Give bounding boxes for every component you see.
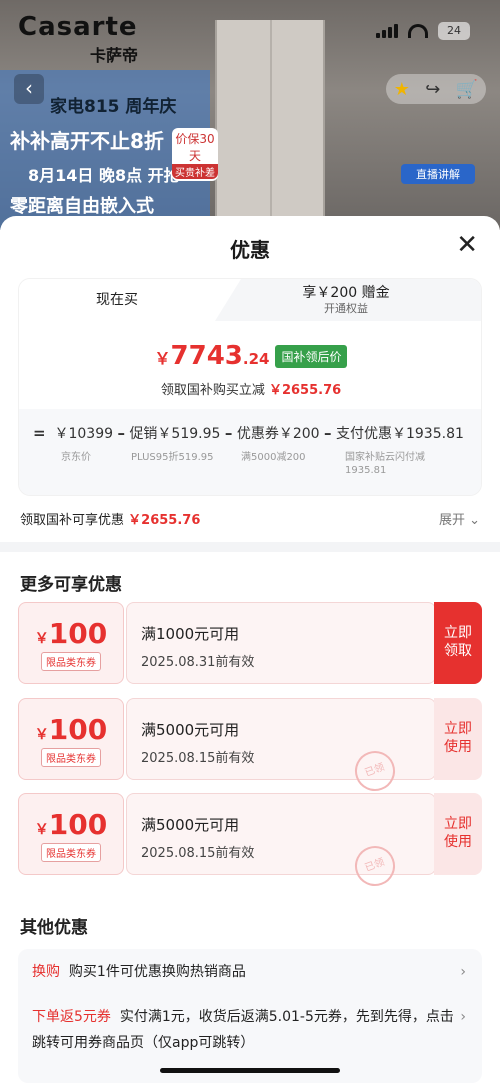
coupon-card: ￥100 限品类东券 满1000元可用 2025.08.31前有效 立即 领取: [18, 602, 482, 684]
subsidy-claim-line: 领取国补可享优惠 ￥2655.76: [20, 513, 201, 528]
label-coupon: 满5000减200: [241, 452, 306, 463]
promo-headline: 补补高开不止8折: [10, 129, 164, 153]
chevron-right-icon: ›: [460, 1009, 466, 1025]
close-icon[interactable]: ✕: [456, 230, 478, 260]
live-explain-badge[interactable]: 直播讲解: [401, 164, 475, 184]
label-jd-price: 京东价: [61, 452, 91, 463]
price-tabs: 享￥200 赠金 开通权益 现在买: [19, 279, 481, 321]
final-price: ￥7743.24: [154, 341, 270, 371]
promo-anniversary: 家电815 周年庆: [50, 97, 177, 117]
discount-sheet: 优惠 ✕ 享￥200 赠金 开通权益 现在买 ￥7743.24 国补领后价 领取国…: [0, 216, 500, 1083]
label-pay: 国家补贴云闪付减 1935.81: [345, 452, 425, 476]
promo-date: 8月14日 晚8点 开抢: [28, 166, 180, 185]
final-price-row: ￥7743.24 国补领后价: [19, 341, 481, 371]
chevron-right-icon: ›: [460, 964, 466, 980]
coupon-value: ￥100 限品类东券: [18, 698, 124, 780]
use-coupon-button[interactable]: 立即 使用: [434, 698, 482, 780]
expand-toggle[interactable]: 展开 ⌄: [439, 509, 480, 528]
list-item-exchange[interactable]: 换购 购买1件可优惠换购热销商品 ›: [32, 959, 466, 985]
brand-logo-cn: 卡萨帝: [90, 46, 139, 65]
share-icon[interactable]: ↪: [425, 79, 440, 100]
tab-buy-now[interactable]: 现在买: [19, 279, 241, 321]
status-bar: 24: [376, 22, 470, 40]
other-discounts-title: 其他优惠: [20, 918, 88, 938]
wifi-icon: [408, 24, 428, 38]
claim-coupon-button[interactable]: 立即 领取: [434, 602, 482, 684]
coupon-value: ￥100 限品类东券: [18, 602, 124, 684]
other-discounts-list: 换购 购买1件可优惠换购热销商品 › 下单返5元券 实付满1元，收货后返满5.0…: [18, 949, 482, 1083]
star-icon[interactable]: ★: [394, 79, 410, 100]
label-promo: PLUS95折519.95: [131, 452, 214, 463]
price-formula: = ￥10399 – 促销￥519.95 – 优惠券￥200 – 支付优惠￥19…: [19, 409, 481, 495]
use-coupon-button[interactable]: 立即 使用: [434, 793, 482, 875]
battery-icon: 24: [438, 22, 470, 40]
cart-icon[interactable]: 🛒: [456, 79, 478, 100]
claimed-stamp: 已领: [349, 840, 401, 892]
coupon-detail: 满5000元可用 2025.08.15前有效 已领: [126, 793, 436, 892]
coupon-detail: 满5000元可用 2025.08.15前有效 已领: [126, 698, 436, 797]
coupon-value: ￥100 限品类东券: [18, 793, 124, 875]
back-button[interactable]: ‹: [14, 74, 44, 104]
coupon-card: ￥100 限品类东券 满5000元可用 2025.08.15前有效 已领 立即使…: [18, 698, 482, 797]
formula-line: = ￥10399 – 促销￥519.95 – 优惠券￥200 – 支付优惠￥19…: [33, 424, 464, 442]
signal-icon: [376, 24, 398, 38]
list-item-rebate[interactable]: 下单返5元券 实付满1元，收货后返满5.01-5元券，先到先得，点击跳转可用券商…: [32, 1004, 466, 1056]
product-page-background: Casarte 卡萨帝 24 ‹ ★ ↪ 🛒 家电815 周年庆 补补高开不止8…: [0, 0, 500, 230]
subsidy-savings: 领取国补购买立减 ￥2655.76: [160, 383, 342, 398]
price-protect-badge: 价保30天 买贵补差: [172, 128, 218, 181]
subsidy-price-tag: 国补领后价: [275, 344, 348, 368]
home-indicator: [160, 1068, 340, 1073]
coupon-card: ￥100 限品类东券 满5000元可用 2025.08.15前有效 已领 立即使…: [18, 793, 482, 892]
more-discounts-title: 更多可享优惠: [20, 575, 122, 595]
fridge-image: [215, 20, 325, 230]
top-actions: ★ ↪ 🛒: [386, 74, 486, 104]
price-breakdown-card: 享￥200 赠金 开通权益 现在买 ￥7743.24 国补领后价 领取国补购买立减…: [18, 278, 482, 496]
claimed-stamp: 已领: [349, 745, 401, 797]
sheet-title: 优惠: [230, 238, 270, 262]
tab-bonus[interactable]: 享￥200 赠金 开通权益: [209, 279, 481, 321]
brand-logo: Casarte: [18, 12, 138, 42]
coupon-detail: 满1000元可用 2025.08.31前有效: [126, 602, 436, 684]
chevron-down-icon: ⌄: [469, 513, 480, 528]
promo-feature: 零距离自由嵌入式: [10, 196, 154, 217]
section-divider: [0, 542, 500, 552]
